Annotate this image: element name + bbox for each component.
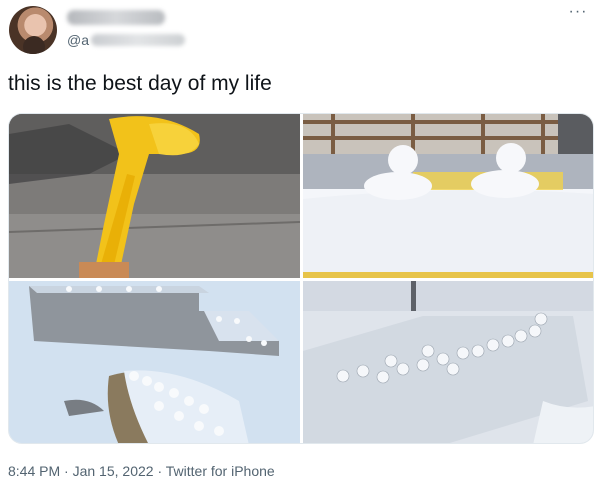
tweet-meta: 8:44 PM · Jan 15, 2022 · Twitter for iPh…: [8, 463, 275, 479]
more-options-icon[interactable]: ···: [565, 4, 591, 22]
tweet-header: @a ···: [0, 0, 600, 60]
user-handle[interactable]: @a: [67, 32, 185, 48]
meta-separator-2: ·: [157, 463, 163, 479]
avatar[interactable]: [9, 6, 57, 54]
meta-separator: ·: [64, 463, 69, 479]
photo-duck-mold[interactable]: [9, 114, 300, 278]
tweet-source[interactable]: Twitter for iPhone: [166, 463, 275, 479]
photo-snow-ducks-row[interactable]: [303, 281, 593, 443]
tweet-text: this is the best day of my life: [8, 72, 272, 95]
display-name-redacted[interactable]: [67, 10, 165, 25]
handle-redacted: [91, 34, 185, 46]
media-grid: [8, 113, 594, 444]
tweet-time[interactable]: 8:44 PM: [8, 463, 60, 479]
tweet-date[interactable]: Jan 15, 2022: [73, 463, 154, 479]
photo-snow-ducks-ledge[interactable]: [303, 114, 593, 278]
photo-snow-ducks-steps[interactable]: [9, 281, 300, 443]
handle-prefix: @a: [67, 32, 89, 48]
